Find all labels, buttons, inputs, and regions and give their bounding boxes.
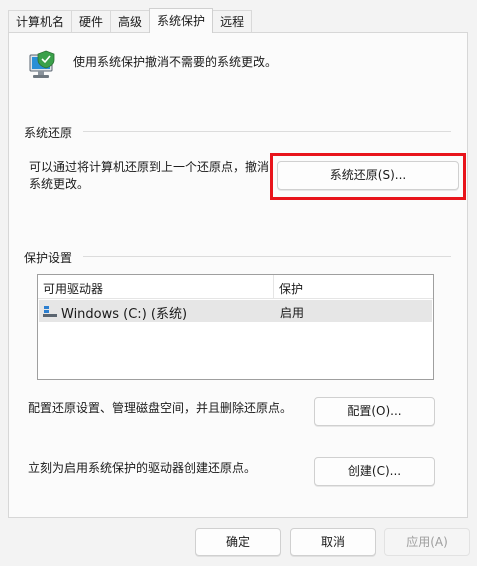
drive-icon — [43, 303, 57, 320]
cancel-button[interactable]: 取消 — [290, 528, 376, 556]
tab-remote[interactable]: 远程 — [212, 10, 253, 33]
highlight-box — [270, 153, 466, 200]
system-protection-panel: 使用系统保护撤消不需要的系统更改。 系统还原 可以通过将计算机还原到上一个还原点… — [8, 32, 468, 518]
drive-name: Windows (C:) (系统) — [61, 307, 188, 322]
intro-text: 使用系统保护撤消不需要的系统更改。 — [73, 55, 278, 69]
group-divider — [83, 256, 451, 257]
protection-settings-group-title: 保护设置 — [24, 251, 73, 265]
column-header-drive[interactable]: 可用驱动器 — [43, 280, 103, 297]
create-description: 立刻为启用系统保护的驱动器创建还原点。 — [28, 461, 257, 475]
group-divider — [83, 131, 451, 132]
drives-list[interactable]: 可用驱动器 保护 Windows (C:) (系统) 启用 — [37, 274, 434, 380]
restore-desc-line1: 可以通过将计算机还原到上一个还原点，撤消 — [29, 160, 270, 174]
drives-list-header: 可用驱动器 保护 — [38, 275, 433, 299]
system-restore-group-title: 系统还原 — [24, 126, 73, 140]
tab-bar: 计算机名 硬件 高级 系统保护 远程 — [8, 8, 253, 33]
create-button[interactable]: 创建(C)... — [314, 457, 435, 486]
column-header-protection[interactable]: 保护 — [279, 280, 303, 297]
ok-button[interactable]: 确定 — [195, 528, 281, 556]
list-item[interactable]: Windows (C:) (系统) 启用 — [39, 300, 432, 322]
drive-protection-status: 启用 — [280, 306, 305, 320]
configure-button[interactable]: 配置(O)... — [314, 397, 435, 426]
computer-shield-icon — [24, 49, 60, 85]
system-restore-description: 可以通过将计算机还原到上一个还原点，撤消 系统更改。 — [29, 159, 277, 193]
tab-system-protection[interactable]: 系统保护 — [149, 8, 214, 33]
tab-computer-name[interactable]: 计算机名 — [8, 10, 73, 33]
apply-button[interactable]: 应用(A) — [384, 528, 470, 556]
restore-desc-line2: 系统更改。 — [29, 177, 90, 191]
column-separator — [273, 275, 274, 299]
tab-hardware[interactable]: 硬件 — [71, 10, 112, 33]
configure-description: 配置还原设置、管理磁盘空间，并且删除还原点。 — [28, 401, 293, 415]
tab-advanced[interactable]: 高级 — [110, 10, 151, 33]
